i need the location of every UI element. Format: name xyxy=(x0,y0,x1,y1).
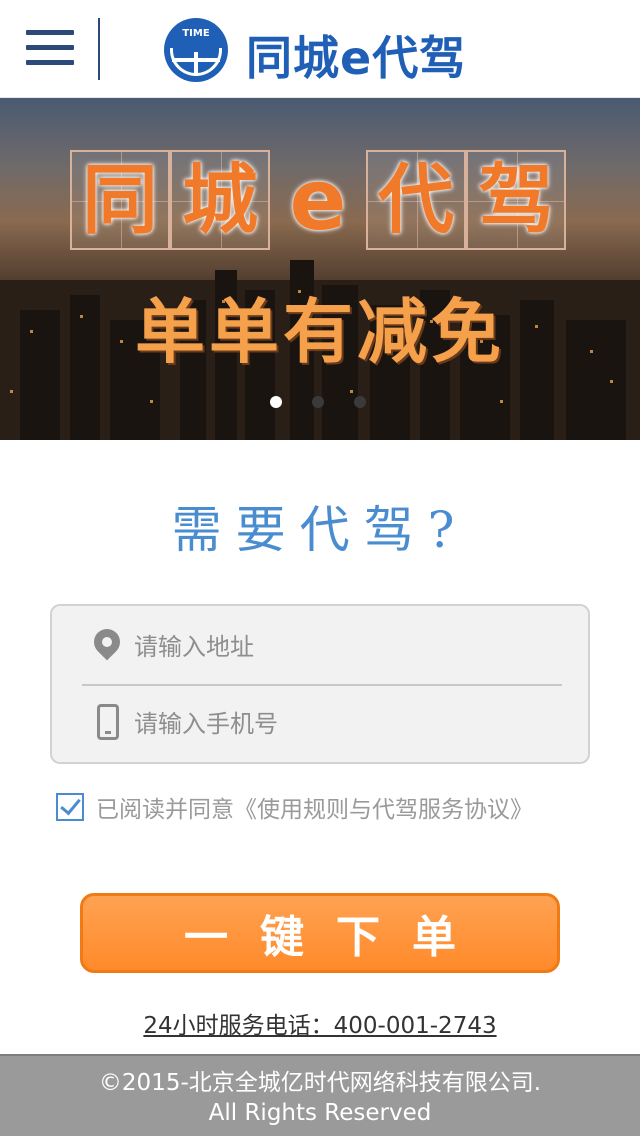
header-divider xyxy=(98,18,100,80)
phone-input[interactable] xyxy=(134,710,554,738)
hotline: 24小时服务电话：400-001-2743 xyxy=(0,1006,640,1040)
address-field[interactable] xyxy=(82,610,562,686)
banner-subtitle: 单单有减免 xyxy=(135,291,505,373)
promo-banner[interactable]: 同 城 e 代 驾 单单有减免 xyxy=(0,98,640,440)
phone-field[interactable] xyxy=(82,686,562,762)
brand-title: 同城e代驾 xyxy=(246,31,467,85)
carousel-dot[interactable] xyxy=(270,396,282,408)
carousel-dot[interactable] xyxy=(354,396,366,408)
menu-icon[interactable] xyxy=(26,30,74,70)
banner-title: 同 城 e 代 驾 xyxy=(70,150,566,250)
question-heading: 需要代驾? xyxy=(171,501,469,559)
agreement-text[interactable]: 已阅读并同意《使用规则与代驾服务协议》 xyxy=(96,790,533,824)
order-form xyxy=(50,604,590,764)
mobile-phone-icon xyxy=(82,704,134,744)
copyright-text: ©2015-北京全城亿时代网络科技有限公司. xyxy=(98,1070,542,1096)
location-pin-icon xyxy=(82,623,134,667)
carousel-dot[interactable] xyxy=(312,396,324,408)
hotline-link[interactable]: 24小时服务电话：400-001-2743 xyxy=(143,1013,496,1039)
logo-text: TIME xyxy=(182,28,210,39)
footer: ©2015-北京全城亿时代网络科技有限公司. All Rights Reserv… xyxy=(0,1054,640,1136)
top-header: TIME 同城e代驾 xyxy=(0,0,640,98)
place-order-button[interactable]: 一键下单 xyxy=(80,893,560,973)
brand-logo-icon: TIME xyxy=(164,18,228,82)
rights-text: All Rights Reserved xyxy=(208,1100,432,1126)
agree-checkbox[interactable] xyxy=(56,793,84,821)
carousel-dots xyxy=(270,396,366,408)
address-input[interactable] xyxy=(134,633,554,661)
agreement-row[interactable]: 已阅读并同意《使用规则与代驾服务协议》 xyxy=(56,790,533,824)
